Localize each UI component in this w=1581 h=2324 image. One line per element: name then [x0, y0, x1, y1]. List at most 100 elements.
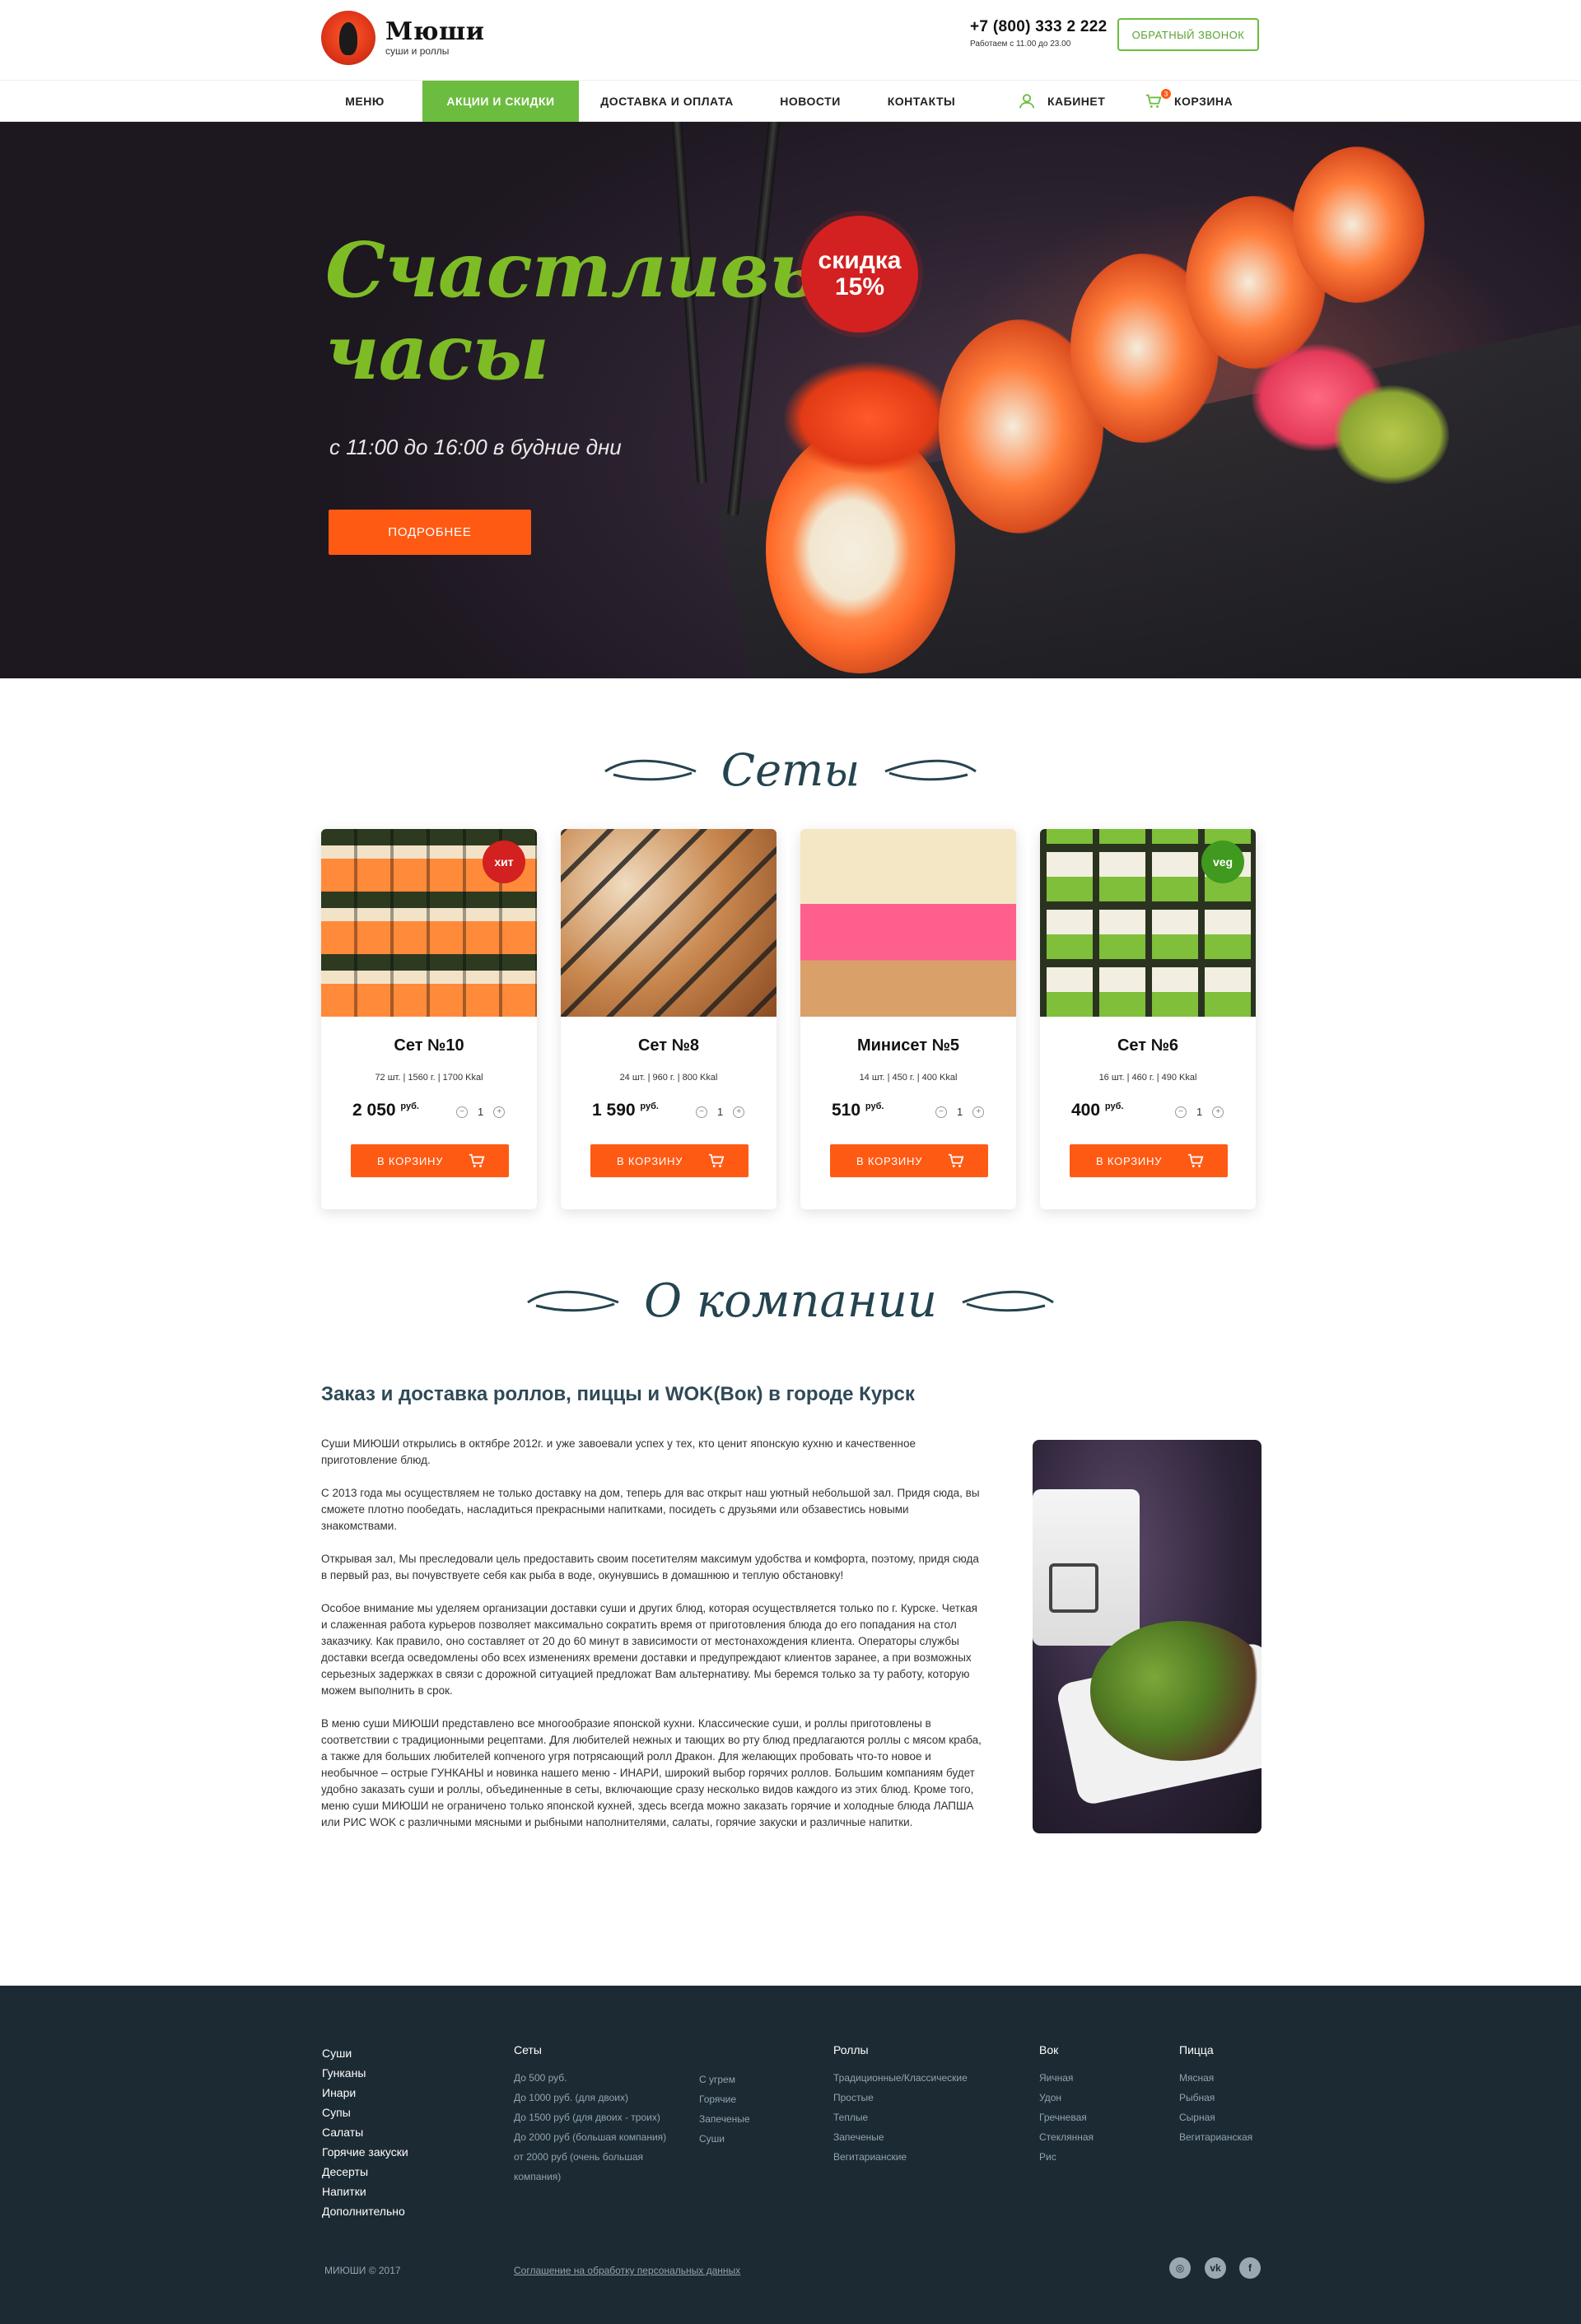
- plus-icon[interactable]: +: [1212, 1106, 1224, 1118]
- nav-item-menu[interactable]: МЕНЮ: [321, 81, 408, 122]
- flourish-right-icon: [884, 759, 977, 781]
- cart-count-badge: 3: [1161, 89, 1171, 99]
- footer-link[interactable]: Супы: [322, 2103, 408, 2122]
- footer-link[interactable]: Горячие закуски: [322, 2142, 408, 2162]
- footer-link[interactable]: Гунканы: [322, 2063, 408, 2083]
- footer-link[interactable]: Стеклянная: [1039, 2127, 1094, 2147]
- footer-link[interactable]: Инари: [322, 2083, 408, 2103]
- footer-wok-column: Вок Яичная Удон Гречневая Стеклянная Рис: [1039, 2043, 1094, 2167]
- minus-icon[interactable]: −: [935, 1106, 947, 1118]
- callback-button[interactable]: ОБРАТНЫЙ ЗВОНОК: [1117, 18, 1259, 51]
- nav-item-promotions[interactable]: АКЦИИ И СКИДКИ: [422, 81, 579, 122]
- logo-tagline: суши и роллы: [385, 45, 450, 57]
- contact-block: +7 (800) 333 2 222 Работаем с 11.00 до 2…: [970, 18, 1108, 49]
- quantity-value: 1: [478, 1106, 484, 1118]
- about-section-title: О компании: [0, 1268, 1581, 1334]
- footer-link[interactable]: С угрем: [699, 2070, 750, 2089]
- footer-link[interactable]: До 1000 руб. (для двоих): [514, 2088, 666, 2107]
- product-card[interactable]: Сет №8 24 шт. | 960 г. | 800 Kkal 1 590 …: [561, 829, 777, 1209]
- product-price: 1 590 руб.: [592, 1101, 659, 1120]
- about-paragraph: С 2013 года мы осуществляем не только до…: [321, 1487, 980, 1532]
- product-name: Сет №6: [1117, 1036, 1179, 1055]
- footer-link[interactable]: Простые: [833, 2088, 968, 2107]
- footer-link[interactable]: компания): [514, 2167, 666, 2187]
- footer-link[interactable]: Десерты: [322, 2162, 408, 2182]
- user-icon: [1019, 94, 1035, 109]
- quantity-value: 1: [957, 1106, 963, 1118]
- discount-label: скидка: [818, 247, 902, 274]
- nav-item-contacts[interactable]: КОНТАКТЫ: [876, 81, 967, 122]
- sets-title: Сеты: [721, 743, 860, 796]
- footer-link[interactable]: Сырная: [1179, 2107, 1252, 2127]
- nav-item-delivery[interactable]: ДОСТАВКА И ОПЛАТА: [589, 81, 745, 122]
- logo[interactable]: Мюши суши и роллы: [321, 10, 568, 66]
- vk-icon[interactable]: vk: [1205, 2257, 1226, 2279]
- footer-link[interactable]: Гречневая: [1039, 2107, 1094, 2127]
- plus-icon[interactable]: +: [493, 1106, 506, 1118]
- product-price: 510 руб.: [832, 1101, 884, 1120]
- footer-link[interactable]: Горячие: [699, 2089, 750, 2109]
- footer-link[interactable]: Мясная: [1179, 2068, 1252, 2088]
- add-to-cart-button[interactable]: В КОРЗИНУ: [590, 1144, 749, 1177]
- hero-title-line1: Счастливые: [325, 226, 893, 314]
- broccoli-mushroom-image: [1090, 1621, 1262, 1761]
- footer-link[interactable]: Запеченые: [833, 2127, 968, 2147]
- product-card[interactable]: veg Сет №6 16 шт. | 460 г. | 490 Kkal 40…: [1040, 829, 1256, 1209]
- footer-link[interactable]: Вегитарианские: [833, 2147, 968, 2167]
- minus-icon[interactable]: −: [1175, 1106, 1187, 1118]
- footer-link[interactable]: Яичная: [1039, 2068, 1094, 2088]
- add-to-cart-label: В КОРЗИНУ: [617, 1154, 683, 1167]
- sushi-roll-image: [1293, 147, 1425, 303]
- quantity-stepper: − 1 +: [456, 1106, 506, 1118]
- footer-link[interactable]: До 1500 руб (для двоих - троих): [514, 2107, 666, 2127]
- quantity-stepper: − 1 +: [1175, 1106, 1224, 1118]
- flourish-left-icon: [527, 1290, 619, 1312]
- plus-icon[interactable]: +: [733, 1106, 745, 1118]
- footer-link[interactable]: Салаты: [322, 2122, 408, 2142]
- product-card[interactable]: Минисет №5 14 шт. | 450 г. | 400 Kkal 51…: [800, 829, 1016, 1209]
- footer-link[interactable]: Суши: [322, 2043, 408, 2063]
- product-card[interactable]: хит Сет №10 72 шт. | 1560 г. | 1700 Kkal…: [321, 829, 537, 1209]
- footer-main-links: Суши Гунканы Инари Супы Салаты Горячие з…: [322, 2043, 408, 2221]
- cart-label: КОРЗИНА: [1174, 95, 1234, 108]
- add-to-cart-button[interactable]: В КОРЗИНУ: [1070, 1144, 1228, 1177]
- footer-link[interactable]: Суши: [699, 2129, 750, 2149]
- footer-link[interactable]: Теплые: [833, 2107, 968, 2127]
- hero-more-button[interactable]: ПОДРОБНЕЕ: [329, 510, 531, 555]
- minus-icon[interactable]: −: [696, 1106, 707, 1118]
- footer-link[interactable]: Напитки: [322, 2182, 408, 2201]
- footer-column-head: Вок: [1039, 2043, 1059, 2056]
- plus-icon[interactable]: +: [972, 1106, 985, 1118]
- footer-link[interactable]: До 500 руб.: [514, 2068, 666, 2088]
- product-name: Сет №10: [394, 1036, 464, 1055]
- instagram-icon[interactable]: ◎: [1169, 2257, 1191, 2279]
- nav-item-news[interactable]: НОВОСТИ: [766, 81, 855, 122]
- footer-link[interactable]: Рыбная: [1179, 2088, 1252, 2107]
- footer-link[interactable]: Запеченые: [699, 2109, 750, 2129]
- cart-icon: [1145, 94, 1162, 108]
- minus-icon[interactable]: −: [456, 1106, 468, 1118]
- add-to-cart-label: В КОРЗИНУ: [377, 1154, 444, 1167]
- footer-link[interactable]: Традиционные/Классические: [833, 2068, 968, 2088]
- footer-link[interactable]: Дополнительно: [322, 2201, 408, 2221]
- footer-column-head: Сеты: [514, 2043, 542, 2056]
- hero-title: Счастливые часы: [325, 226, 893, 394]
- footer-link[interactable]: Удон: [1039, 2088, 1094, 2107]
- roe-topping-image: [782, 361, 955, 476]
- footer-link[interactable]: Рис: [1039, 2147, 1094, 2167]
- footer-link[interactable]: До 2000 руб (большая компания): [514, 2127, 666, 2147]
- cart-link[interactable]: КОРЗИНА: [1145, 81, 1252, 122]
- cabinet-link[interactable]: КАБИНЕТ: [1018, 81, 1133, 122]
- privacy-agreement-link[interactable]: Соглашение на обработку персональных дан…: [514, 2265, 740, 2276]
- add-to-cart-button[interactable]: В КОРЗИНУ: [351, 1144, 509, 1177]
- add-to-cart-button[interactable]: В КОРЗИНУ: [830, 1144, 988, 1177]
- facebook-icon[interactable]: f: [1239, 2257, 1261, 2279]
- about-paragraph: В меню суши МИЮШИ представлено все много…: [321, 1717, 982, 1828]
- bowl-pattern-icon: [1049, 1563, 1098, 1613]
- footer-rolls-column: Роллы Традиционные/Классические Простые …: [833, 2043, 968, 2167]
- footer-column-head: Пицца: [1179, 2043, 1214, 2056]
- phone-number[interactable]: +7 (800) 333 2 222: [970, 18, 1108, 36]
- footer-link[interactable]: от 2000 руб (очень большая: [514, 2147, 666, 2167]
- footer-link[interactable]: Вегитарианская: [1179, 2127, 1252, 2147]
- product-name: Минисет №5: [856, 1036, 960, 1055]
